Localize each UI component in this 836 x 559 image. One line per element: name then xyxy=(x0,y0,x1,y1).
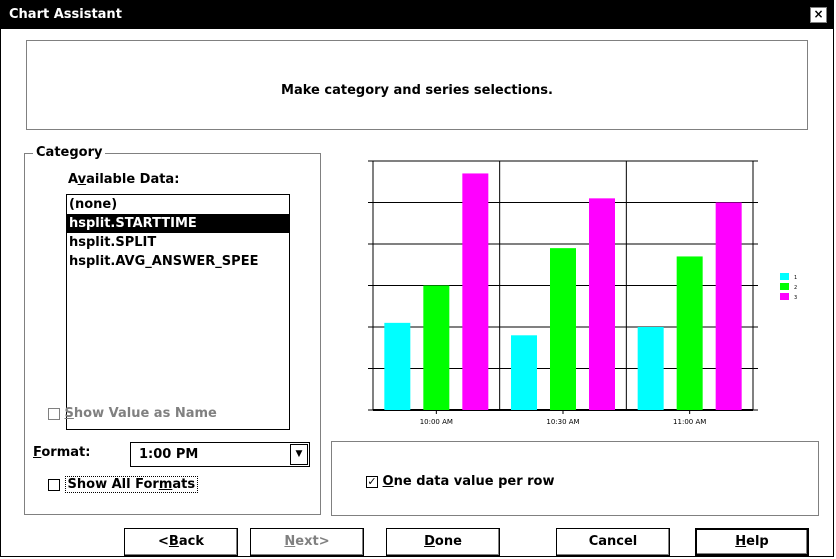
instruction-text: Make category and series selections. xyxy=(281,83,553,98)
bar xyxy=(511,335,537,410)
next-button[interactable]: Next> xyxy=(250,528,364,556)
close-icon[interactable]: × xyxy=(810,7,827,23)
checkbox-box[interactable] xyxy=(48,478,60,491)
format-value: 1:00 PM xyxy=(139,447,199,462)
bar xyxy=(589,198,615,410)
list-item[interactable]: hsplit.SPLIT xyxy=(67,233,289,252)
bar-chart: 10:00 AM 10:30 AM 11:00 AM 1 2 3 xyxy=(368,160,797,426)
x-tick-label: 10:30 AM xyxy=(546,418,579,426)
legend-label: 2 xyxy=(794,285,797,291)
list-item[interactable]: (none) xyxy=(67,195,289,214)
title-bar: Chart Assistant × xyxy=(1,1,833,29)
x-tick-label: 11:00 AM xyxy=(673,418,706,426)
bar xyxy=(384,322,411,410)
legend-swatch xyxy=(780,293,789,300)
legend-label: 1 xyxy=(794,275,797,281)
checkbox-box[interactable] xyxy=(48,407,60,420)
show-all-formats-checkbox[interactable]: Show All Formats xyxy=(48,476,199,493)
legend-swatch xyxy=(780,283,789,290)
format-label: Format: xyxy=(33,445,91,460)
help-button[interactable]: Help xyxy=(695,528,809,556)
show-value-as-name-checkbox[interactable]: Show Value as Name xyxy=(48,406,217,421)
chevron-down-icon[interactable]: ▼ xyxy=(290,444,308,465)
bar xyxy=(715,202,742,410)
format-select[interactable]: 1:00 PM ▼ xyxy=(130,442,310,467)
bar xyxy=(462,173,489,410)
cancel-button[interactable]: Cancel xyxy=(556,528,670,556)
checkbox-box[interactable]: ✓ xyxy=(366,475,378,488)
one-value-per-row-checkbox[interactable]: ✓ One data value per row xyxy=(366,474,555,489)
list-item[interactable]: hsplit.AVG_ANSWER_SPEE xyxy=(67,252,289,271)
options-panel: ✓ One data value per row xyxy=(331,441,819,516)
bar xyxy=(676,256,703,410)
back-button[interactable]: <Back xyxy=(124,528,238,556)
category-group-label: Category xyxy=(33,145,106,160)
x-tick-label: 10:00 AM xyxy=(420,418,453,426)
available-data-label: Available Data: xyxy=(68,172,180,187)
bar xyxy=(550,248,576,410)
bar xyxy=(423,285,450,410)
legend-label: 3 xyxy=(794,295,797,301)
legend-swatch xyxy=(780,273,789,280)
chart-preview: 10:00 AM 10:30 AM 11:00 AM 1 2 3 xyxy=(343,153,823,431)
done-button[interactable]: Done xyxy=(386,528,500,556)
available-data-list[interactable]: (none) hsplit.STARTTIME hsplit.SPLIT hsp… xyxy=(66,194,290,430)
bar xyxy=(637,327,664,410)
window-title: Chart Assistant xyxy=(9,7,122,22)
list-item-selected[interactable]: hsplit.STARTTIME xyxy=(67,214,289,233)
instruction-panel: Make category and series selections. xyxy=(26,40,808,130)
